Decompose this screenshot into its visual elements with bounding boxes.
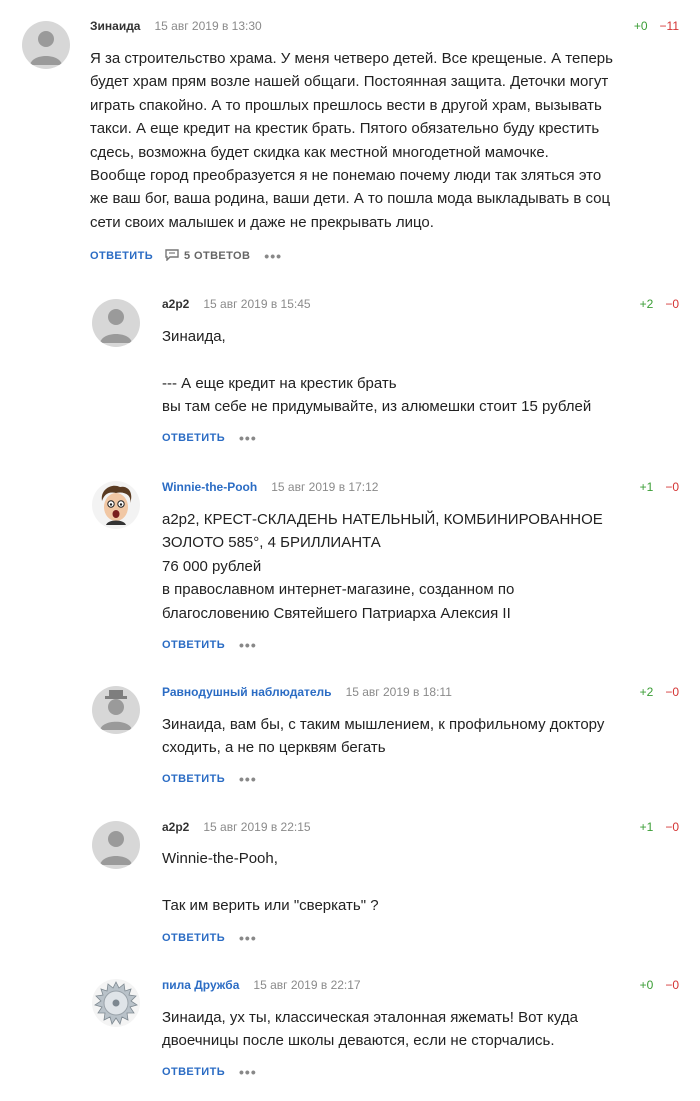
cartoon-face-avatar-icon[interactable] bbox=[92, 481, 140, 529]
text-line: Зинаида, bbox=[162, 328, 226, 345]
downvote-count[interactable]: −0 bbox=[665, 480, 679, 494]
text-line: 76 000 рублей bbox=[162, 557, 262, 575]
text-line: Зинаида, ух ты, классическая эталонная я… bbox=[162, 1009, 578, 1026]
comment-text: Я за строительство храма. У меня четверо… bbox=[90, 47, 613, 234]
reply-button[interactable]: Ответить bbox=[162, 639, 225, 651]
text-line: двоечницы после школы деваются, если не … bbox=[162, 1032, 555, 1050]
text-line: же ваш бог, ваша родина, ваши дети. А то… bbox=[90, 190, 611, 208]
vote-counter: +1 −0 bbox=[640, 478, 679, 496]
downvote-count[interactable]: −11 bbox=[660, 19, 679, 33]
comment-date: 15 авг 2019 в 17:12 bbox=[271, 480, 379, 494]
text-line: Вообще город преобразуется я не понемаю … bbox=[90, 167, 602, 185]
reply-button[interactable]: Ответить bbox=[90, 250, 153, 262]
upvote-count[interactable]: +2 bbox=[640, 685, 654, 699]
text-line: играть спакойно. А то прошлых прешлось в… bbox=[90, 96, 602, 114]
text-line: будет храм прям возле нашей общаги. Пост… bbox=[90, 73, 609, 91]
author-name[interactable]: Winnie-the-Pooh bbox=[162, 480, 257, 494]
comment-actions: Ответить ••• bbox=[162, 930, 257, 946]
text-line: Так им верить или "сверкать" ? bbox=[162, 896, 379, 914]
author-name[interactable]: a2p2 bbox=[162, 820, 189, 834]
comment-meta: Равнодушный наблюдатель 15 авг 2019 в 18… bbox=[162, 683, 452, 701]
vote-counter: +0 −0 bbox=[640, 976, 679, 994]
answers-toggle[interactable]: 5 ответов bbox=[165, 248, 251, 264]
default-avatar-icon[interactable] bbox=[92, 821, 140, 869]
reply-button[interactable]: Ответить bbox=[162, 932, 225, 944]
more-options-icon[interactable]: ••• bbox=[239, 772, 257, 786]
comment-text: Winnie-the-Pooh, Так им верить или "свер… bbox=[162, 847, 379, 917]
upvote-count[interactable]: +0 bbox=[640, 978, 654, 992]
text-line: сети своих малышек и даже не прекрывать … bbox=[90, 213, 434, 231]
comment-actions: Ответить ••• bbox=[162, 1064, 257, 1080]
downvote-count[interactable]: −0 bbox=[665, 297, 679, 311]
comment-meta: a2p2 15 авг 2019 в 15:45 bbox=[162, 295, 311, 313]
comment-text: Зинаида, --- А еще кредит на крестик бра… bbox=[162, 325, 591, 419]
saw-blade-avatar-icon[interactable] bbox=[92, 979, 140, 1027]
text-line: ЗОЛОТО 585°, 4 БРИЛЛИАНТА bbox=[162, 534, 381, 552]
vote-counter: +2 −0 bbox=[640, 683, 679, 701]
comment-date: 15 авг 2019 в 18:11 bbox=[345, 685, 452, 699]
text-line bbox=[162, 870, 379, 893]
text-line: Зинаида, вам бы, с таким мышлением, к пр… bbox=[162, 716, 605, 733]
text-line: сдесь, возможна будет скидка как местной… bbox=[90, 143, 549, 161]
answers-count: 5 ответов bbox=[184, 250, 251, 262]
comment-meta: a2p2 15 авг 2019 в 22:15 bbox=[162, 818, 311, 836]
default-avatar-icon[interactable] bbox=[92, 299, 140, 347]
comment-actions: Ответить 5 ответов ••• bbox=[90, 248, 282, 264]
reply-button[interactable]: Ответить bbox=[162, 1066, 225, 1078]
comment-actions: Ответить ••• bbox=[162, 430, 257, 446]
comment-text: Зинаида, ух ты, классическая эталонная я… bbox=[162, 1006, 578, 1053]
comment-bubble-icon bbox=[165, 248, 179, 264]
text-line: вы там себе не придумывайте, из алюмешки… bbox=[162, 398, 592, 416]
author-name[interactable]: Равнодушный наблюдатель bbox=[162, 685, 332, 699]
vote-counter: +1 −0 bbox=[640, 818, 679, 836]
vote-counter: +2 −0 bbox=[640, 295, 679, 313]
vote-counter: +0 −11 bbox=[634, 17, 679, 35]
comment-text: a2p2, КРЕСТ-СКЛАДЕНЬ НАТЕЛЬНЫЙ, КОМБИНИР… bbox=[162, 508, 603, 625]
hat-avatar-icon[interactable] bbox=[92, 686, 140, 734]
text-line: сходить, а не по церквям бегать bbox=[162, 739, 386, 757]
text-line: такси. А еще кредит на крестик брать. Пя… bbox=[90, 120, 600, 138]
downvote-count[interactable]: −0 bbox=[665, 820, 679, 834]
author-name[interactable]: Зинаида bbox=[90, 19, 140, 33]
author-name[interactable]: a2p2 bbox=[162, 297, 189, 311]
comment-date: 15 авг 2019 в 22:15 bbox=[203, 820, 311, 834]
comment-date: 15 авг 2019 в 13:30 bbox=[154, 19, 262, 33]
text-line: в православном интернет-магазине, создан… bbox=[162, 581, 515, 599]
comment-date: 15 авг 2019 в 22:17 bbox=[253, 978, 361, 992]
author-name[interactable]: пила Дружба bbox=[162, 978, 239, 992]
more-options-icon[interactable]: ••• bbox=[239, 1065, 257, 1079]
comment-meta: Зинаида 15 авг 2019 в 13:30 bbox=[90, 17, 262, 35]
text-line: --- А еще кредит на крестик брать bbox=[162, 374, 397, 392]
upvote-count[interactable]: +1 bbox=[640, 480, 654, 494]
more-options-icon[interactable]: ••• bbox=[239, 931, 257, 945]
upvote-count[interactable]: +1 bbox=[640, 820, 654, 834]
text-line bbox=[162, 348, 591, 371]
comment-meta: Winnie-the-Pooh 15 авг 2019 в 17:12 bbox=[162, 478, 378, 496]
upvote-count[interactable]: +2 bbox=[640, 297, 654, 311]
comment-actions: Ответить ••• bbox=[162, 637, 257, 653]
text-line: Winnie-the-Pooh, bbox=[162, 850, 278, 867]
upvote-count[interactable]: +0 bbox=[634, 19, 648, 33]
reply-button[interactable]: Ответить bbox=[162, 432, 225, 444]
downvote-count[interactable]: −0 bbox=[665, 978, 679, 992]
text-line: a2p2, КРЕСТ-СКЛАДЕНЬ НАТЕЛЬНЫЙ, КОМБИНИР… bbox=[162, 511, 603, 528]
reply-button[interactable]: Ответить bbox=[162, 773, 225, 785]
default-avatar-icon[interactable] bbox=[22, 21, 70, 69]
comment-meta: пила Дружба 15 авг 2019 в 22:17 bbox=[162, 976, 361, 994]
more-options-icon[interactable]: ••• bbox=[264, 249, 282, 263]
comment-text: Зинаида, вам бы, с таким мышлением, к пр… bbox=[162, 713, 604, 760]
more-options-icon[interactable]: ••• bbox=[239, 431, 257, 445]
more-options-icon[interactable]: ••• bbox=[239, 638, 257, 652]
text-line: благословению Святейшего Патриарха Алекс… bbox=[162, 604, 511, 622]
downvote-count[interactable]: −0 bbox=[665, 685, 679, 699]
comment-date: 15 авг 2019 в 15:45 bbox=[203, 297, 311, 311]
text-line: Я за строительство храма. У меня четверо… bbox=[90, 50, 613, 67]
comment-actions: Ответить ••• bbox=[162, 771, 257, 787]
